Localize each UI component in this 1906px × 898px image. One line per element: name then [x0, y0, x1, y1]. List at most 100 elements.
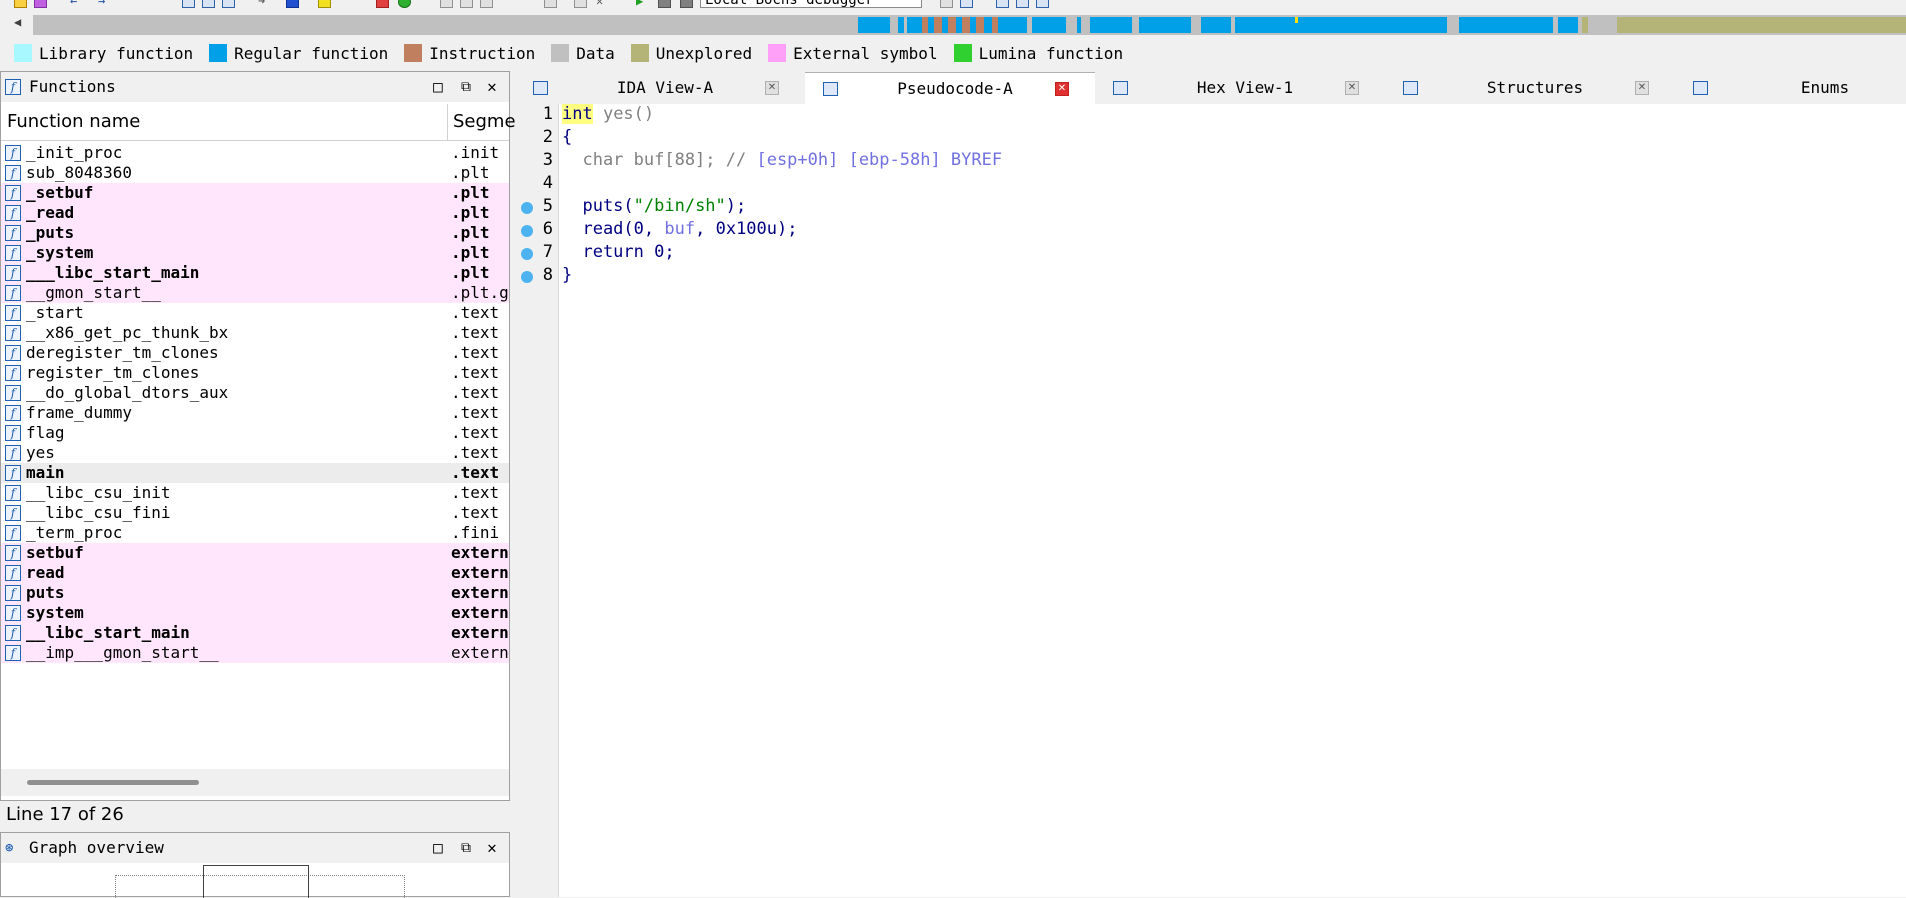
function-row[interactable]: f _read .plt [1, 203, 509, 223]
tab-structures[interactable]: Structures ✕ [1385, 72, 1675, 104]
legend-item: Data [551, 44, 615, 63]
function-row[interactable]: f __x86_get_pc_thunk_bx .text [1, 323, 509, 343]
function-row[interactable]: f _init_proc .init [1, 143, 509, 163]
maximize-icon[interactable]: □ [429, 78, 447, 96]
tab-close-icon[interactable]: ✕ [765, 81, 779, 95]
tab-enums[interactable]: Enums [1675, 72, 1906, 104]
code-line-6[interactable]: read(0, buf, 0x100u); [562, 219, 797, 239]
col-function-name[interactable]: Function name [7, 104, 140, 140]
graph-float-icon[interactable]: ⧉ [457, 839, 475, 857]
run-icon[interactable] [398, 0, 411, 8]
legend-item: Library function [14, 44, 193, 63]
navigation-band[interactable] [33, 15, 1906, 35]
stop-icon[interactable] [376, 0, 389, 8]
tool6-icon[interactable] [940, 0, 953, 8]
function-segment: .text [451, 443, 500, 462]
function-row[interactable]: f _puts .plt [1, 223, 509, 243]
forward-icon[interactable]: → [98, 0, 109, 8]
back-icon[interactable]: ← [70, 0, 81, 8]
tab-pseudocode-a[interactable]: Pseudocode-A ✕ [805, 72, 1095, 105]
pseudocode-editor[interactable]: 12345678 int yes() { char buf[88]; // [e… [515, 104, 1906, 897]
function-row[interactable]: f __libc_csu_init .text [1, 483, 509, 503]
col-segment[interactable]: Segme [453, 104, 516, 140]
line-number: 4 [542, 173, 553, 193]
function-row[interactable]: f main .text [1, 463, 509, 483]
breakpoint-dot-icon[interactable] [521, 202, 533, 214]
function-row[interactable]: f setbuf extern [1, 543, 509, 563]
pause-icon[interactable] [658, 0, 671, 8]
function-row[interactable]: f __libc_start_main extern [1, 623, 509, 643]
function-row[interactable]: f __libc_csu_fini .text [1, 503, 509, 523]
debugger-select[interactable]: Local Bochs debugger [700, 0, 922, 8]
tab-close-icon[interactable]: ✕ [1345, 81, 1359, 95]
code-line-2[interactable]: { [562, 127, 572, 147]
stop-debug-icon[interactable] [680, 0, 693, 8]
tool4-icon[interactable] [544, 0, 557, 8]
arg-zero: 0 [633, 219, 644, 239]
jump-icon[interactable]: ➜ [258, 0, 269, 8]
function-row[interactable]: f ___libc_start_main .plt [1, 263, 509, 283]
nav-left-arrow-icon[interactable]: ◀ [14, 15, 21, 29]
legend-label: Regular function [234, 43, 389, 63]
function-row[interactable]: f flag .text [1, 423, 509, 443]
function-row[interactable]: f __gmon_start__ .plt.got [1, 283, 509, 303]
horizontal-scrollbar[interactable] [1, 769, 509, 796]
function-row[interactable]: f _setbuf .plt [1, 183, 509, 203]
graph-viewport-rect[interactable] [203, 865, 309, 898]
breakpoint-dot-icon[interactable] [521, 248, 533, 260]
function-row[interactable]: f __do_global_dtors_aux .text [1, 383, 509, 403]
tab-label: Enums [1800, 78, 1850, 97]
code-line-1[interactable]: int yes() [562, 104, 654, 124]
scrollbar-thumb[interactable] [27, 780, 199, 785]
tab-label: Hex View-1 [1196, 78, 1294, 97]
function-row[interactable]: f yes .text [1, 443, 509, 463]
tool3-icon[interactable] [480, 0, 493, 8]
close-icon[interactable]: ✕ [596, 0, 607, 8]
graph-maximize-icon[interactable]: □ [429, 839, 447, 857]
graph-close-icon[interactable]: ✕ [483, 839, 501, 857]
float-icon[interactable]: ⧉ [457, 78, 475, 96]
code-line-5[interactable]: puts("/bin/sh"); [562, 196, 746, 216]
function-row[interactable]: f register_tm_clones .text [1, 363, 509, 383]
code-line-8[interactable]: } [562, 265, 572, 285]
bookmark-icon[interactable] [286, 0, 299, 8]
view3-icon[interactable] [222, 0, 235, 8]
tab-ida-view-a[interactable]: IDA View-A ✕ [515, 72, 805, 104]
tool5-icon[interactable] [574, 0, 587, 8]
function-name: __imp___gmon_start__ [26, 643, 219, 662]
function-row[interactable]: f deregister_tm_clones .text [1, 343, 509, 363]
function-row[interactable]: f _start .text [1, 303, 509, 323]
play-icon[interactable]: ▶ [636, 0, 647, 8]
functions-title-bar: f Functions □ ⧉ ✕ [1, 72, 509, 102]
function-icon: f [5, 625, 21, 641]
save-icon[interactable] [34, 0, 47, 8]
tab-close-icon[interactable]: ✕ [1635, 81, 1649, 95]
tool9-icon[interactable] [1016, 0, 1029, 8]
tab-close-icon[interactable]: ✕ [1055, 82, 1069, 96]
text-icon[interactable] [318, 0, 331, 8]
function-row[interactable]: f __imp___gmon_start__ extern [1, 643, 509, 663]
function-row[interactable]: f _term_proc .fini [1, 523, 509, 543]
breakpoint-dot-icon[interactable] [521, 271, 533, 283]
view-icon[interactable] [182, 0, 195, 8]
breakpoint-dot-icon[interactable] [521, 225, 533, 237]
open-icon[interactable] [14, 0, 27, 8]
function-row[interactable]: f sub_8048360 .plt [1, 163, 509, 183]
view2-icon[interactable] [202, 0, 215, 8]
function-row[interactable]: f _system .plt [1, 243, 509, 263]
tool-icon[interactable] [440, 0, 453, 8]
tool10-icon[interactable] [1036, 0, 1049, 8]
code-line-3[interactable]: char buf[88]; // [esp+0h] [ebp-58h] BYRE… [562, 150, 1002, 170]
tab-hex-view-1[interactable]: Hex View-1 ✕ [1095, 72, 1385, 104]
code-line-7[interactable]: return 0; [562, 242, 674, 262]
tool7-icon[interactable] [960, 0, 973, 8]
function-row[interactable]: f frame_dummy .text [1, 403, 509, 423]
tool2-icon[interactable] [460, 0, 473, 8]
function-segment: .fini [451, 523, 500, 542]
close-panel-icon[interactable]: ✕ [483, 78, 501, 96]
function-row[interactable]: f puts extern [1, 583, 509, 603]
function-row[interactable]: f read extern [1, 563, 509, 583]
function-row[interactable]: f system extern [1, 603, 509, 623]
tool8-icon[interactable] [996, 0, 1009, 8]
column-divider[interactable] [447, 104, 448, 140]
